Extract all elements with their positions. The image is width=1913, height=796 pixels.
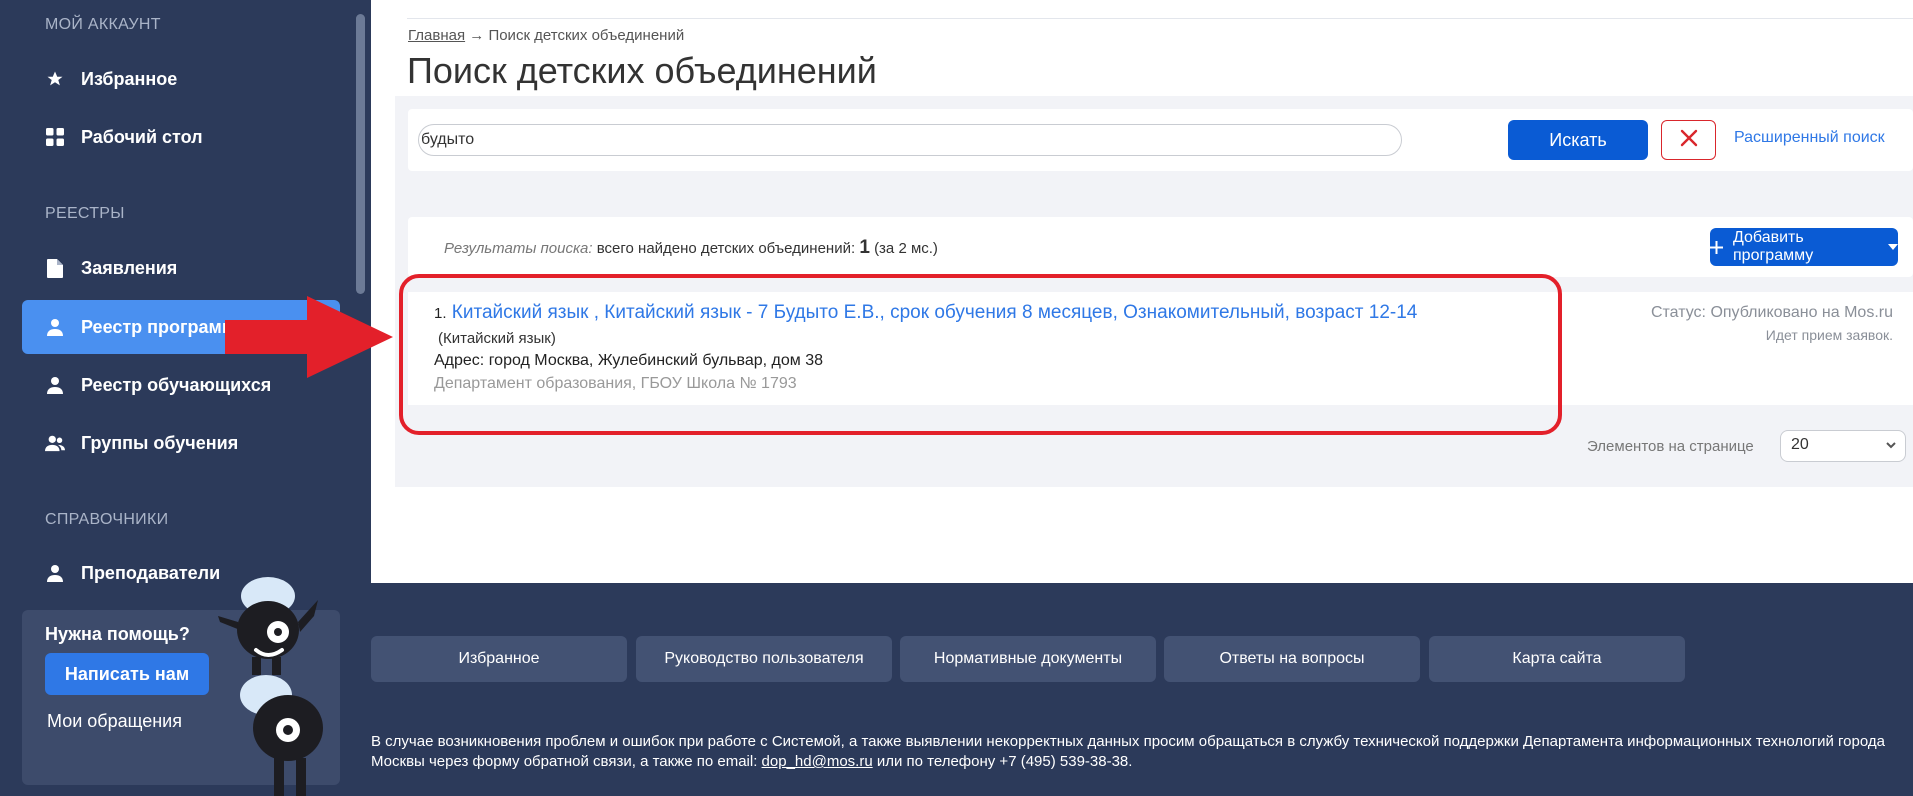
sidebar-item-dashboard[interactable]: Рабочий стол: [22, 110, 340, 164]
footer-sitemap-button[interactable]: Карта сайта: [1429, 636, 1685, 682]
footer-email-link[interactable]: dop_hd@mos.ru: [762, 753, 873, 770]
plus-icon: [1710, 240, 1723, 254]
app-root: МОЙ АККАУНТ Избранное Рабочий стол РЕЕСТ…: [0, 0, 1913, 796]
user-icon: [45, 317, 65, 337]
results-time: (за 2 мс.): [874, 240, 938, 257]
results-label: Результаты поиска:: [444, 240, 593, 257]
results-summary: Результаты поиска: всего найдено детских…: [444, 237, 938, 259]
section-title-registries: РЕЕСТРЫ: [45, 205, 125, 222]
footer-text-part2: или по телефону +7 (495) 539-38-38.: [876, 753, 1133, 770]
sidebar-scrollbar[interactable]: [356, 14, 365, 294]
user-icon: [45, 563, 65, 583]
results-count: 1: [859, 237, 870, 258]
document-icon: [45, 258, 65, 278]
chevron-down-icon: [1885, 437, 1897, 458]
user-icon: [45, 375, 65, 395]
sidebar-item-label: Рабочий стол: [81, 126, 203, 147]
breadcrumb-current: Поиск детских объединений: [488, 27, 685, 44]
my-requests-link[interactable]: Мои обращения: [47, 711, 182, 732]
section-title-account: МОЙ АККАУНТ: [45, 16, 161, 33]
add-program-button[interactable]: Добавить программу: [1710, 228, 1898, 266]
breadcrumb-separator: →: [469, 27, 485, 44]
search-input[interactable]: [418, 124, 1402, 156]
sidebar-item-label: Заявления: [81, 257, 178, 278]
footer-support-text: В случае возникновения проблем и ошибок …: [371, 732, 1913, 772]
footer-favorites-button[interactable]: Избранное: [371, 636, 627, 682]
items-per-page-value: 20: [1791, 436, 1809, 453]
items-per-page-select[interactable]: 20: [1780, 430, 1906, 462]
breadcrumb: Главная → Поиск детских объединений: [408, 27, 684, 44]
write-us-button[interactable]: Написать нам: [45, 653, 209, 695]
arrow-pointer-icon: [225, 296, 393, 378]
star-icon: [45, 69, 65, 89]
results-text: всего найдено детских объединений:: [596, 240, 856, 257]
clear-search-button[interactable]: [1661, 120, 1716, 160]
highlight-frame: [399, 274, 1562, 435]
sidebar-item-label: Избранное: [81, 68, 178, 89]
footer: Избранное Руководство пользователя Норма…: [371, 583, 1913, 796]
sidebar: МОЙ АККАУНТ Избранное Рабочий стол РЕЕСТ…: [0, 0, 371, 796]
help-title: Нужна помощь?: [45, 624, 190, 644]
sidebar-item-label: Преподаватели: [81, 562, 221, 583]
advanced-search-link[interactable]: Расширенный поиск: [1734, 129, 1885, 147]
search-panel: Искать Расширенный поиск: [408, 109, 1913, 171]
section-title-refs: СПРАВОЧНИКИ: [45, 511, 169, 528]
grid-icon: [45, 127, 65, 147]
sidebar-item-label: Реестр программ: [81, 316, 236, 337]
footer-docs-button[interactable]: Нормативные документы: [900, 636, 1156, 682]
footer-guide-button[interactable]: Руководство пользователя: [636, 636, 892, 682]
close-icon: [1680, 129, 1698, 152]
sidebar-item-label: Группы обучения: [81, 432, 239, 453]
breadcrumb-home-link[interactable]: Главная: [408, 27, 465, 44]
items-per-page-label: Элементов на странице: [1587, 438, 1754, 455]
result-status-note: Идет прием заявок.: [1765, 327, 1893, 343]
top-divider: [407, 18, 1913, 19]
results-summary-panel: Результаты поиска: всего найдено детских…: [408, 217, 1913, 277]
page-title: Поиск детских объединений: [407, 50, 877, 91]
sidebar-item-applications[interactable]: Заявления: [22, 241, 340, 295]
caret-down-icon: [1888, 244, 1898, 250]
search-button[interactable]: Искать: [1508, 120, 1648, 160]
add-program-label: Добавить программу: [1733, 229, 1814, 264]
sidebar-item-groups[interactable]: Группы обучения: [22, 416, 340, 470]
footer-faq-button[interactable]: Ответы на вопросы: [1164, 636, 1420, 682]
users-icon: [45, 433, 65, 453]
sidebar-item-favorites[interactable]: Избранное: [22, 52, 340, 106]
mascot-illustration: [218, 577, 323, 796]
result-status: Статус: Опубликовано на Mos.ru: [1650, 304, 1893, 321]
